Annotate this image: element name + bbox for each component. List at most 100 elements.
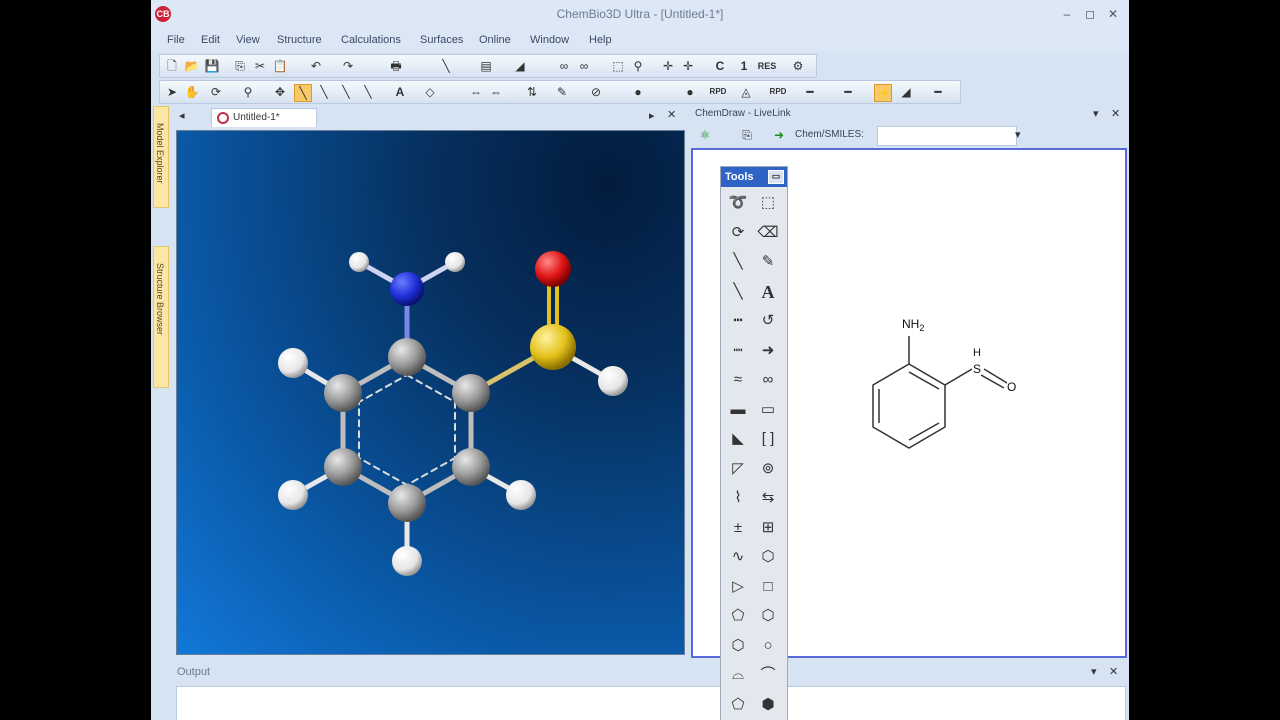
tools-palette[interactable]: Tools ▭ ➰ ⬚ ⟳ ⌫ ╲ ✎ ╲ A ┅ ↺ ┉ ➜ ≈ ∞ ▬ ▭ ◣[ ] ◸ ⊚ ⌇ ⇆ ± ⊞ ∿ ⬡ ▷ □ ⬠ ⬡… <box>720 166 788 720</box>
stereo-icon[interactable]: ∞ <box>556 58 572 74</box>
squiggle-icon[interactable]: ∿ <box>726 545 750 569</box>
sphere-icon[interactable]: ● <box>630 84 646 100</box>
new-file-icon[interactable]: 🗋 <box>164 58 180 74</box>
align-icon[interactable]: ⇅ <box>524 84 540 100</box>
atom-c5[interactable] <box>324 448 362 486</box>
single-bond-tool-icon[interactable]: ╲ <box>294 84 312 102</box>
menu-structure[interactable]: Structure <box>277 34 322 46</box>
translate-icon[interactable]: ✥ <box>272 84 288 100</box>
atom-h-n2[interactable] <box>445 252 465 272</box>
livelink-pin-icon[interactable]: ▾ <box>1093 107 1099 120</box>
dummy-bond-icon[interactable]: ╲ <box>360 84 376 100</box>
add-atom-icon[interactable]: ✛ <box>660 58 676 74</box>
hand-icon[interactable]: ✋ <box>184 84 200 100</box>
charge-icon[interactable]: ± <box>726 516 750 540</box>
menu-help[interactable]: Help <box>589 34 612 46</box>
text-tool-icon[interactable]: A <box>392 84 408 100</box>
link-icon[interactable]: ∞ <box>576 58 592 74</box>
dropper-icon[interactable]: ✎ <box>554 84 570 100</box>
move-right-icon[interactable]: ⇔ <box>488 84 504 100</box>
livelink-arrow-icon[interactable]: ➜ <box>771 127 787 143</box>
document-close-icon[interactable]: ✕ <box>667 108 676 121</box>
tools-minimize-icon[interactable]: ▭ <box>768 170 784 184</box>
atom-c3[interactable] <box>452 448 490 486</box>
menu-file[interactable]: File <box>167 34 185 46</box>
orbital-tool-icon[interactable]: ⊘ <box>588 84 604 100</box>
move-left-icon[interactable]: ⇔ <box>468 84 484 100</box>
wavy-bond-icon[interactable]: ≈ <box>726 368 750 392</box>
cyclohexane-icon[interactable]: ⬡ <box>726 634 750 658</box>
model-display-icon[interactable]: ▤ <box>478 58 494 74</box>
atom-h-c6[interactable] <box>278 348 308 378</box>
smiles-input[interactable] <box>877 126 1017 146</box>
smiles-dropdown-icon[interactable]: ▾ <box>1015 128 1021 141</box>
livelink-copy-icon[interactable]: ⎘ <box>739 127 755 143</box>
line-icon[interactable]: ━ <box>802 84 818 100</box>
wedge-bond-icon[interactable]: ◣ <box>726 427 750 451</box>
orbital-icon[interactable]: ∞ <box>756 368 780 392</box>
save-icon[interactable]: 💾 <box>204 58 220 74</box>
square-icon[interactable]: □ <box>756 575 780 599</box>
atom-c2[interactable] <box>452 374 490 412</box>
bond-icon[interactable]: ╲ <box>726 250 750 274</box>
atom-h-s[interactable] <box>598 366 628 396</box>
rpd2-icon[interactable]: RPD <box>768 84 788 100</box>
heptagon-icon[interactable]: ⬠ <box>726 693 750 717</box>
cube-icon[interactable]: ⬚ <box>610 58 626 74</box>
lasso-icon[interactable]: ➰ <box>726 191 750 215</box>
redo-icon[interactable]: ↷ <box>340 58 356 74</box>
rotate-icon[interactable]: ⟳ <box>208 84 224 100</box>
double-bond-icon[interactable]: ╲ <box>316 84 332 100</box>
slope-icon[interactable]: ◢ <box>898 84 914 100</box>
atom-h-n1[interactable] <box>349 252 369 272</box>
menu-window[interactable]: Window <box>530 34 569 46</box>
copy-icon[interactable]: ⎘ <box>232 58 248 74</box>
atom-c4[interactable] <box>388 484 426 522</box>
document-tab[interactable]: Untitled-1* <box>211 108 317 127</box>
output-textarea[interactable] <box>176 686 1126 720</box>
3d-model-viewport[interactable] <box>176 130 685 655</box>
close-button[interactable]: ✕ <box>1103 6 1123 22</box>
hexagon-icon[interactable]: ⬡ <box>756 604 780 628</box>
residue-icon[interactable]: RES <box>756 58 778 74</box>
pentagon-icon[interactable]: ⬠ <box>726 604 750 628</box>
bond-tool-icon[interactable]: ╲ <box>438 58 454 74</box>
atom-map-icon[interactable]: ⊚ <box>756 457 780 481</box>
cut-icon[interactable]: ✂ <box>252 58 268 74</box>
livelink-sync-icon[interactable]: ⚛ <box>697 127 713 143</box>
tab-right-arrow-icon[interactable]: ▸ <box>649 109 655 122</box>
lightning-icon[interactable]: ⚡ <box>874 84 892 102</box>
index-icon[interactable]: 1 <box>736 58 752 74</box>
maximize-button[interactable]: ◻ <box>1080 6 1100 22</box>
template-icon[interactable]: ⬡ <box>756 545 780 569</box>
open-file-icon[interactable]: 📂 <box>184 58 200 74</box>
atom-h-c4[interactable] <box>392 546 422 576</box>
pen-icon[interactable]: ✎ <box>756 250 780 274</box>
cyclooctane-icon[interactable]: ⬢ <box>756 693 780 717</box>
add-lonepair-icon[interactable]: ✛ <box>680 58 696 74</box>
bracket-icon[interactable]: [ ] <box>756 427 780 451</box>
shape-icon[interactable]: ⇆ <box>756 486 780 510</box>
circle-icon[interactable]: ○ <box>756 634 780 658</box>
minimize-button[interactable]: – <box>1057 6 1077 22</box>
tab-left-arrow-icon[interactable]: ◂ <box>179 109 185 122</box>
livelink-close-icon[interactable]: ✕ <box>1111 107 1120 120</box>
output-close-icon[interactable]: ✕ <box>1109 665 1118 678</box>
menu-calculations[interactable]: Calculations <box>341 34 401 46</box>
undo-icon[interactable]: ↶ <box>308 58 324 74</box>
rectangle-icon[interactable]: ▭ <box>756 398 780 422</box>
select-arrow-icon[interactable]: ➤ <box>164 84 180 100</box>
triangle-icon[interactable]: ▷ <box>726 575 750 599</box>
triple-bond-icon[interactable]: ╲ <box>338 84 354 100</box>
wire-icon[interactable]: ◬ <box>738 84 754 100</box>
carbon-icon[interactable]: C <box>712 58 728 74</box>
green-ball-icon[interactable]: ● <box>682 84 698 100</box>
chair-icon[interactable]: ⌒ <box>756 663 780 687</box>
move-icon[interactable]: ⚲ <box>240 84 256 100</box>
chain-icon[interactable]: ⌇ <box>726 486 750 510</box>
atom-o[interactable] <box>535 251 571 287</box>
rotate-icon[interactable]: ⟳ <box>726 221 750 245</box>
color-icon[interactable]: ◢ <box>512 58 528 74</box>
menu-edit[interactable]: Edit <box>201 34 220 46</box>
bold-bond-icon[interactable]: ╲ <box>726 280 750 304</box>
